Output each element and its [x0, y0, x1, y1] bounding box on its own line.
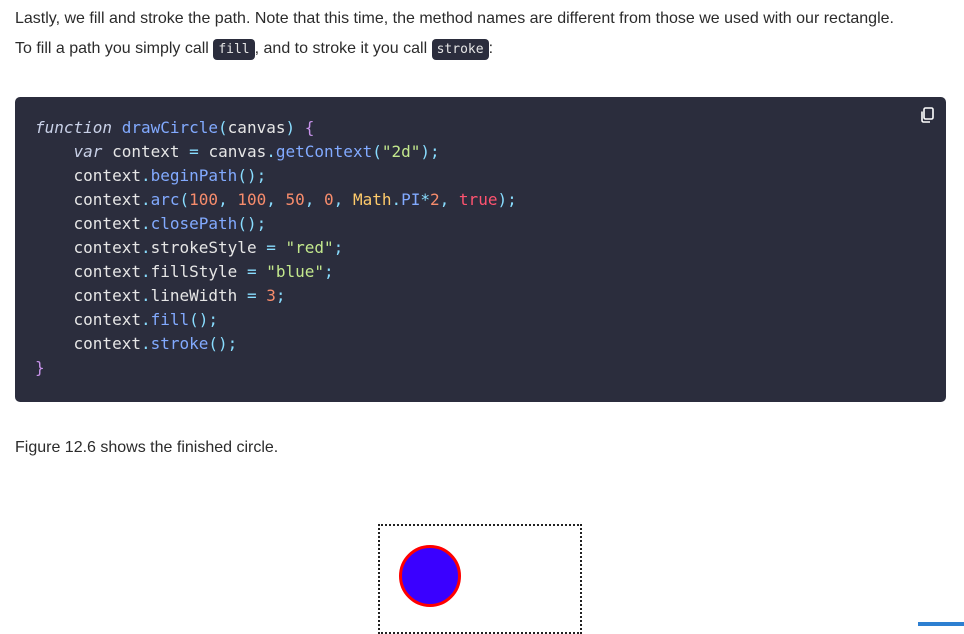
scroll-to-top-button[interactable]	[918, 622, 964, 626]
code-token-semicolon: ;	[275, 286, 286, 305]
code-token-brace: }	[35, 358, 45, 377]
code-token-brace: {	[304, 118, 315, 137]
code-token-number: 100	[189, 190, 219, 209]
inline-code-fill: fill	[213, 39, 255, 60]
code-token-object: context	[73, 214, 141, 233]
intro-line-2-prefix: To fill a path you simply call	[15, 40, 214, 57]
code-token-number: 50	[285, 190, 305, 209]
code-token-math: Math	[352, 190, 392, 209]
code-token-semicolon: ;	[324, 262, 334, 281]
code-line-4: context.arc(100, 100, 50, 0, Math.PI*2, …	[35, 188, 517, 212]
code-token-semicolon: ;	[333, 238, 344, 257]
inline-code-stroke: stroke	[431, 39, 489, 60]
intro-line-1-text: Lastly, we fill and stroke the path. Not…	[15, 10, 894, 27]
code-token-dot: .	[140, 262, 151, 281]
code-token-operator: *	[420, 190, 431, 209]
code-token-object: context	[73, 286, 141, 305]
code-token-dot: .	[140, 310, 151, 329]
code-token-dot: .	[140, 238, 151, 257]
code-token-function-name: drawCircle	[121, 118, 219, 137]
code-token-paren: (	[179, 190, 190, 209]
code-token-pi: PI	[401, 190, 421, 209]
code-token-comma: ,	[304, 190, 325, 209]
code-token-dot: .	[140, 190, 151, 209]
code-token-operator: =	[246, 262, 257, 281]
code-token-number: 0	[324, 190, 334, 209]
code-token-dot: .	[266, 142, 276, 161]
code-token-comma: ,	[266, 190, 286, 209]
code-line-7: context.fillStyle = "blue";	[35, 260, 517, 284]
code-token-call: ();	[208, 334, 238, 353]
code-token-dot: .	[140, 166, 151, 185]
code-line-3: context.beginPath();	[35, 164, 517, 188]
code-line-8: context.lineWidth = 3;	[35, 284, 517, 308]
code-token-property: lineWidth	[150, 286, 238, 305]
code-token-param: canvas	[227, 118, 286, 137]
code-token-variable: context	[112, 142, 180, 161]
code-token-keyword: function	[35, 118, 113, 137]
code-token-comma: ,	[439, 190, 459, 209]
code-line-2: var context = canvas.getContext("2d");	[35, 140, 517, 164]
code-token-dot: .	[140, 286, 151, 305]
code-token-paren: (	[372, 142, 382, 161]
copy-icon	[921, 107, 934, 123]
code-token-object: context	[73, 166, 141, 185]
code-token-dot: .	[140, 334, 151, 353]
code-token-paren: );	[420, 142, 440, 161]
code-token-paren: (	[218, 118, 228, 137]
intro-line-1: Lastly, we fill and stroke the path. Not…	[15, 4, 894, 65]
code-token-object: context	[73, 310, 141, 329]
code-line-5: context.closePath();	[35, 212, 517, 236]
code-line-6: context.strokeStyle = "red";	[35, 236, 517, 260]
code-token-string: "blue"	[266, 262, 325, 281]
code-token-paren: );	[497, 190, 517, 209]
code-line-9: context.fill();	[35, 308, 517, 332]
code-token-keyword: var	[73, 142, 103, 161]
code-token-call: ();	[237, 166, 267, 185]
code-token-object: canvas	[208, 142, 267, 161]
code-token-comma: ,	[218, 190, 238, 209]
code-token-method: arc	[150, 190, 180, 209]
figure-circle	[399, 545, 461, 607]
code-token-method: fill	[150, 310, 190, 329]
code-token-paren: )	[285, 118, 296, 137]
intro-line-2-suffix: :	[488, 40, 494, 57]
code-token-string: "red"	[285, 238, 334, 257]
code-token-operator: =	[266, 238, 276, 257]
code-token-number: 100	[237, 190, 267, 209]
code-token-dot: .	[140, 214, 151, 233]
code-token-method: stroke	[150, 334, 209, 353]
code-token-number: 2	[430, 190, 440, 209]
code-token-operator: =	[246, 286, 257, 305]
copy-button[interactable]	[918, 106, 936, 124]
code-block: function drawCircle(canvas) { var contex…	[15, 97, 946, 402]
code-token-object: context	[73, 238, 141, 257]
intro-line-2-middle: , and to stroke it you call	[254, 40, 432, 57]
code-token-number: 3	[266, 286, 276, 305]
code-token-method: closePath	[150, 214, 238, 233]
code-token-object: context	[73, 334, 141, 353]
code-token-string: "2d"	[381, 142, 421, 161]
code-line-11: }	[35, 356, 517, 380]
code-token-dot: .	[391, 190, 402, 209]
code-token-property: strokeStyle	[150, 238, 257, 257]
code-line-1: function drawCircle(canvas) {	[35, 116, 517, 140]
code-token-operator: =	[189, 142, 199, 161]
code-token-object: context	[73, 190, 141, 209]
code-line-10: context.stroke();	[35, 332, 517, 356]
code-token-call: ();	[237, 214, 267, 233]
code-token-object: context	[73, 262, 141, 281]
code-token-property: fillStyle	[150, 262, 238, 281]
code-token-method: getContext	[275, 142, 373, 161]
code-content: function drawCircle(canvas) { var contex…	[35, 116, 517, 380]
figure-canvas	[378, 524, 582, 634]
code-token-method: beginPath	[150, 166, 238, 185]
code-token-boolean: true	[458, 190, 498, 209]
code-token-call: ();	[189, 310, 219, 329]
code-token-comma: ,	[333, 190, 353, 209]
figure-caption: Figure 12.6 shows the finished circle.	[15, 439, 279, 456]
